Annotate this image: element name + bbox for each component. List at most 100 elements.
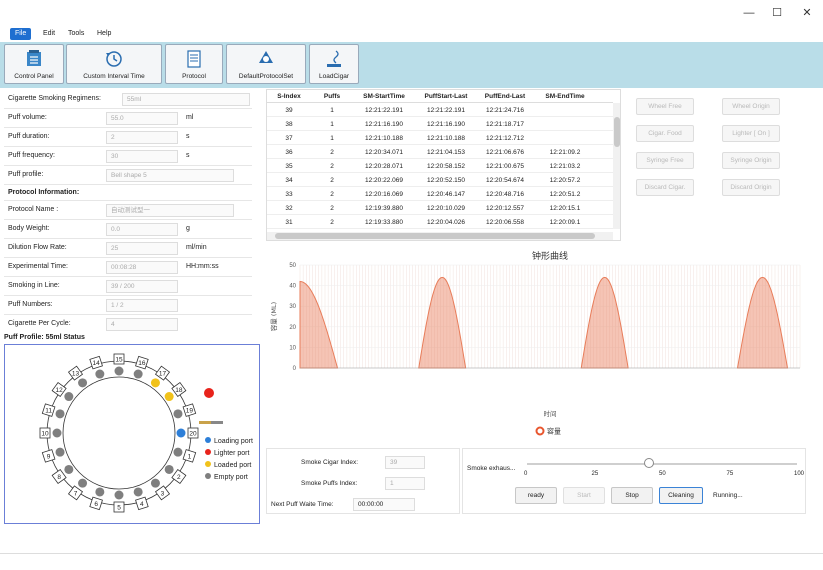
wheel-slot[interactable]: 19 (173, 403, 197, 419)
control-button-cigar-food[interactable]: Cigar. Food (636, 125, 694, 142)
y-tick-label: 0 (293, 366, 297, 372)
table-row[interactable]: 38 1 12:21:16.190 12:21:16.190 12:21:18.717 (267, 118, 613, 131)
cig-per-cycle-field[interactable]: 4 (106, 318, 178, 331)
next-puff-field[interactable]: 00:00:00 (353, 498, 415, 511)
control-button-syringe-free[interactable]: Syringe Free (636, 152, 694, 169)
status-title: Puff Profile: 55ml Status (4, 334, 85, 341)
dilution-field[interactable]: 25 (106, 242, 178, 255)
puff-frequency-field[interactable]: 30 (106, 150, 178, 163)
wheel-slot[interactable]: 14 (89, 355, 105, 379)
legend-item: Empty port (205, 473, 248, 481)
wheel-slot[interactable]: 8 (51, 464, 74, 485)
table-vscroll-thumb[interactable] (614, 117, 620, 147)
close-button[interactable]: ✕ (796, 6, 818, 20)
table-row[interactable]: 31 2 12:19:33.880 12:20:04.026 12:20:06.558 1… (267, 216, 613, 229)
wheel-slot[interactable]: 3 (150, 478, 171, 501)
slider-tick-label: 25 (591, 471, 599, 477)
protocol-button[interactable]: Protocol (165, 44, 223, 84)
load-cigar-button[interactable]: LoadCigar (309, 44, 359, 84)
wheel-slot[interactable]: 15 (113, 353, 125, 376)
start-button[interactable]: Start (563, 487, 605, 504)
wheel-outer-ring (46, 360, 192, 506)
chart-legend-label[interactable]: 容量 (547, 427, 561, 436)
table-cell (535, 118, 595, 131)
wheel-slot[interactable]: 1 (173, 447, 197, 463)
table-cell (535, 104, 595, 117)
table-row[interactable]: 35 2 12:20:28.071 12:20:58.152 12:21:00.675 1… (267, 160, 613, 173)
smoking-line-field[interactable]: 39 / 200 (106, 280, 178, 293)
menu-tools[interactable]: Tools (63, 28, 89, 40)
wheel-slot[interactable]: 4 (133, 487, 149, 511)
body-weight-field[interactable]: 0.0 (106, 223, 178, 236)
control-button-discard-origin[interactable]: Discard Origin (722, 179, 780, 196)
puff-volume-field[interactable]: 55.0 (106, 112, 178, 125)
table-row[interactable]: 32 2 12:19:39.880 12:20:10.029 12:20:12.557 1… (267, 202, 613, 215)
wheel-slot[interactable]: 20 (176, 427, 199, 439)
table-row[interactable]: 39 1 12:21:22.191 12:21:22.191 12:21:24.716 (267, 104, 613, 117)
puff-profile-field[interactable]: Bell shape 5 (106, 169, 234, 182)
wheel-slot[interactable]: 6 (89, 487, 105, 511)
wheel-slot[interactable]: 9 (41, 447, 65, 463)
table-row[interactable]: 36 2 12:20:34.071 12:21:04.153 12:21:06.676 1… (267, 146, 613, 159)
slot-number: 15 (115, 357, 123, 364)
regimen-field[interactable]: 55ml (122, 93, 250, 106)
wheel-slot[interactable]: 7 (67, 478, 88, 501)
wheel-slot[interactable]: 18 (164, 381, 187, 402)
slot-number: 6 (94, 501, 98, 508)
puff-volume-label: Puff volume: (8, 114, 47, 121)
table-row[interactable]: 34 2 12:20:22.069 12:20:52.150 12:20:54.674 1… (267, 174, 613, 187)
cleaning-button[interactable]: Cleaning (659, 487, 703, 504)
puff-duration-field[interactable]: 2 (106, 131, 178, 144)
custom-interval-button[interactable]: Custom Interval Time (66, 44, 162, 84)
column-header[interactable]: PuffEnd-Last (475, 90, 535, 103)
wheel-slot[interactable]: 5 (113, 490, 125, 513)
dilution-row: Dilution Flow Rate: 25 ml/min (4, 239, 252, 258)
menu-file[interactable]: File (10, 28, 32, 40)
table-row[interactable]: 33 2 12:20:16.069 12:20:46.147 12:20:48.716 1… (267, 188, 613, 201)
wheel-slot[interactable]: 11 (41, 403, 65, 419)
exp-time-field[interactable]: 00:08:28 (106, 261, 178, 274)
wheel-slot[interactable]: 10 (39, 427, 62, 439)
minimize-button[interactable]: — (738, 6, 760, 20)
exhaust-slider-track[interactable] (527, 463, 797, 465)
column-header[interactable]: Puffs (313, 90, 351, 103)
puff-frequency-label: Puff frequency: (8, 152, 55, 159)
puff-numbers-field[interactable]: 1 / 2 (106, 299, 178, 312)
control-button-lighter-on[interactable]: Lighter [ On ] (722, 125, 780, 142)
stop-button[interactable]: Stop (611, 487, 653, 504)
default-protocol-set-button[interactable]: DefaultProtocolSet (226, 44, 306, 84)
table-cell: 2 (330, 177, 334, 184)
ready-button[interactable]: ready (515, 487, 557, 504)
wheel-slot[interactable]: 16 (133, 355, 149, 379)
control-button-wheel-origin[interactable]: Wheel Origin (722, 98, 780, 115)
slot-number: 7 (74, 490, 78, 497)
control-button-syringe-origin[interactable]: Syringe Origin (722, 152, 780, 169)
table-hscroll-thumb[interactable] (275, 233, 595, 239)
wheel-slot[interactable]: 13 (67, 365, 88, 388)
column-header[interactable]: SM-EndTime (535, 90, 595, 103)
control-panel-button[interactable]: Control Panel (4, 44, 64, 84)
menu-edit[interactable]: Edit (38, 28, 60, 40)
exhaust-slider-thumb[interactable] (643, 458, 654, 468)
wheel-slot[interactable]: 12 (51, 381, 74, 402)
menu-help[interactable]: Help (92, 28, 116, 40)
port-dot (150, 378, 160, 388)
smoke-puffs-index-field[interactable]: 1 (385, 477, 425, 490)
column-header[interactable]: S-Index (267, 90, 311, 103)
protocol-name-field[interactable]: 自动测试型一 (106, 204, 234, 217)
chart-legend-marker[interactable] (535, 426, 545, 436)
control-button-discard-cigar[interactable]: Discard Cigar. (636, 179, 694, 196)
table-hscrollbar[interactable] (267, 232, 613, 240)
port-dot (133, 369, 143, 379)
control-button-wheel-free[interactable]: Wheel Free (636, 98, 694, 115)
wheel-slot[interactable]: 17 (150, 365, 171, 388)
port-dot (176, 428, 186, 438)
protocol-name-label: Protocol Name : (8, 206, 59, 213)
smoke-cigar-index-field[interactable]: 39 (385, 456, 425, 469)
column-header[interactable]: PuffStart-Last (415, 90, 477, 103)
table-row[interactable]: 37 1 12:21:10.188 12:21:10.188 12:21:12.712 (267, 132, 613, 145)
table-vscrollbar[interactable] (613, 103, 620, 229)
wheel-slot[interactable]: 2 (164, 464, 187, 485)
column-header[interactable]: SM-StartTime (353, 90, 415, 103)
maximize-button[interactable]: ☐ (766, 6, 788, 20)
